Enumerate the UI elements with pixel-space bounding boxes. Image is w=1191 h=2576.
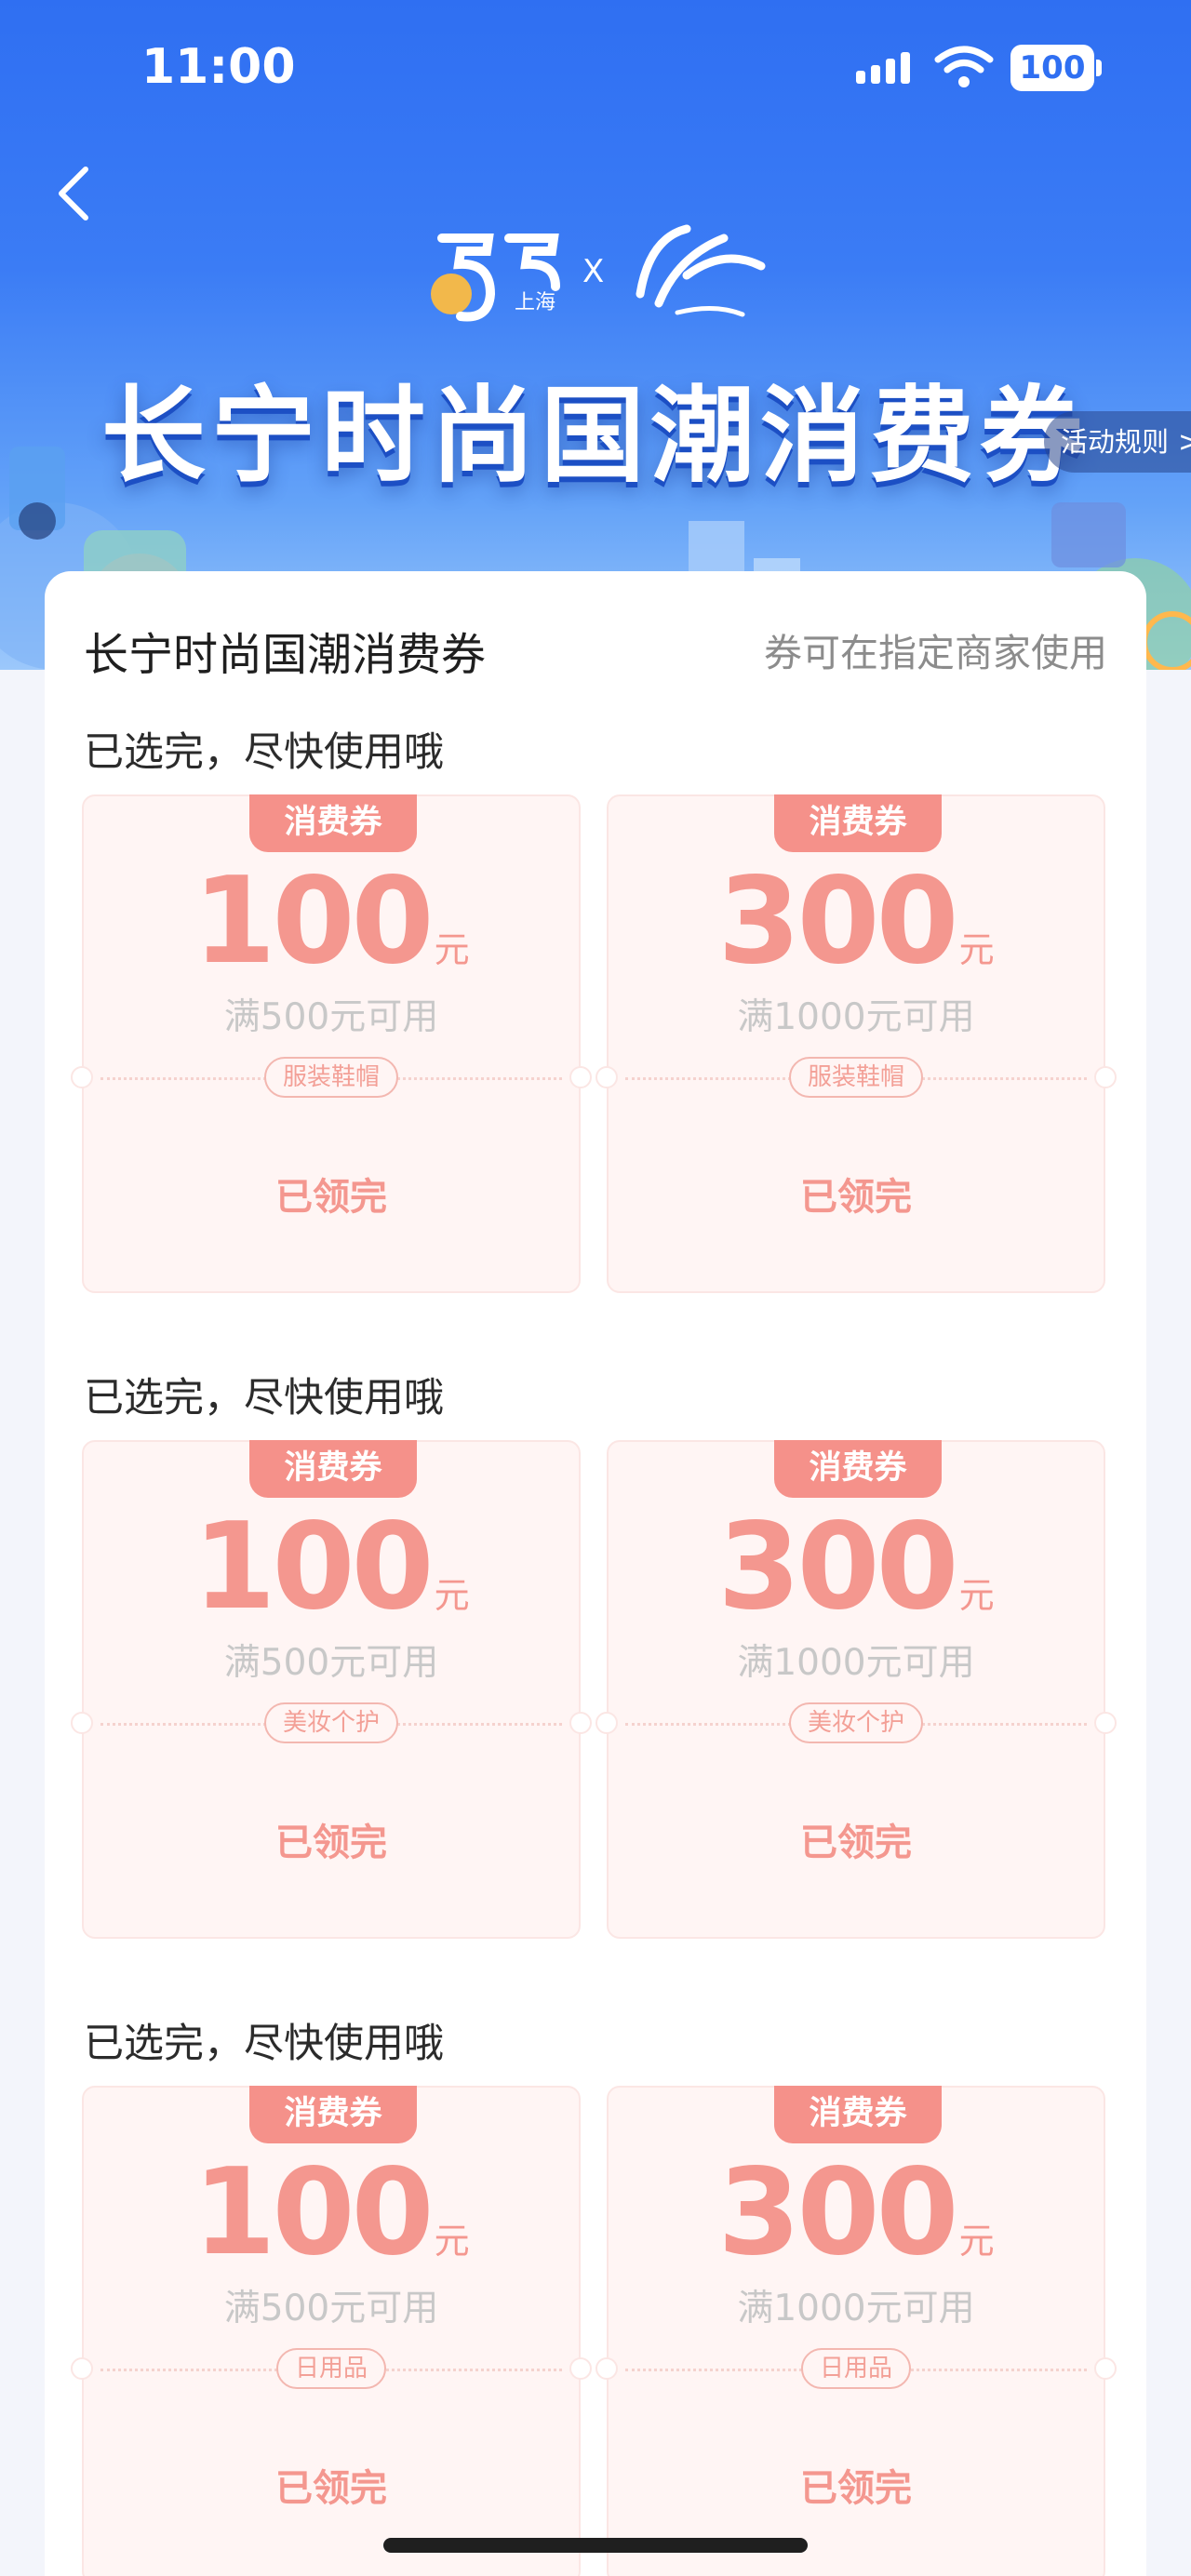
coupon-threshold: 满500元可用	[223, 2288, 439, 2329]
coupon-status: 已领完	[800, 1176, 912, 1219]
panel-title: 长宁时尚国潮消费券	[84, 629, 487, 681]
coupon-amount-value: 300	[717, 2143, 958, 2282]
home-indicator[interactable]	[383, 2538, 808, 2553]
activity-rules-label: 活动规则	[1061, 426, 1170, 458]
coupon-amount: 100 元	[84, 1498, 579, 1636]
coupon-amount-unit: 元	[434, 2221, 470, 2262]
coupon-amount-unit: 元	[434, 1575, 470, 1616]
status-time: 11:00	[141, 39, 296, 95]
coupon-amount-value: 300	[717, 1498, 958, 1636]
coupon-threshold: 满1000元可用	[737, 996, 975, 1038]
coupon-tag: 消费券	[774, 794, 942, 852]
coupon-category-badge: 服装鞋帽	[788, 1057, 924, 1098]
coupon-amount-value: 100	[193, 1498, 434, 1636]
coupon-threshold: 满500元可用	[223, 996, 439, 1038]
shanghai-55-shopping-logo: 上海	[431, 234, 560, 322]
coupon-amount-value: 100	[193, 852, 434, 991]
coupon-threshold: 满500元可用	[223, 1642, 439, 1684]
coupon-tag: 消费券	[249, 2086, 417, 2143]
battery-icon: 100	[1010, 45, 1104, 93]
coupon-category-badge: 日用品	[275, 2348, 387, 2389]
coupon-threshold: 满1000元可用	[737, 1642, 975, 1684]
coupon-status: 已领完	[275, 2467, 387, 2510]
coupon-tag: 消费券	[774, 1440, 942, 1498]
coupon-amount: 100 元	[84, 852, 579, 991]
coupon-category-badge: 日用品	[800, 2348, 912, 2389]
group-status-label: 已选完，尽快使用哦	[84, 1375, 444, 1421]
coupon-card[interactable]: 消费券 300 元 满1000元可用 日用品 已领完	[596, 2086, 1117, 2576]
coupon-card[interactable]: 消费券 300 元 满1000元可用 服装鞋帽 已领完	[596, 794, 1117, 1293]
coupon-tag: 消费券	[249, 1440, 417, 1498]
battery-level: 100	[1010, 45, 1094, 91]
changning-logo	[636, 224, 766, 317]
coupon-category-badge: 美妆个护	[788, 1702, 924, 1743]
coupon-group: 已选完，尽快使用哦 消费券 100 元 满500元可用 美妆个护 已领完 消费券 …	[45, 1366, 1146, 1980]
wifi-icon	[934, 46, 994, 87]
coupon-threshold: 满1000元可用	[737, 2288, 975, 2329]
panel-subtitle: 券可在指定商家使用	[764, 631, 1107, 675]
coupon-card[interactable]: 消费券 100 元 满500元可用 日用品 已领完	[71, 2086, 592, 2576]
cellular-signal-icon	[856, 52, 910, 84]
group-status-label: 已选完，尽快使用哦	[84, 2021, 444, 2067]
coupon-amount: 100 元	[84, 2143, 579, 2282]
logo-shanghai-text: 上海	[515, 291, 555, 314]
coupon-card[interactable]: 消费券 300 元 满1000元可用 美妆个护 已领完	[596, 1440, 1117, 1939]
coupon-amount-value: 300	[717, 852, 958, 991]
coupon-amount: 300 元	[609, 1498, 1104, 1636]
coupon-status: 已领完	[275, 1176, 387, 1219]
coupon-status: 已领完	[800, 1822, 912, 1864]
hero-banner: 11:00 100 上海 X 长宁时尚国潮消费券 活动规则 >	[0, 0, 1191, 670]
coupon-card[interactable]: 消费券 100 元 满500元可用 美妆个护 已领完	[71, 1440, 592, 1939]
logo-separator: X	[582, 253, 605, 290]
activity-rules-button[interactable]: 活动规则 >	[1044, 411, 1191, 473]
coupon-tag: 消费券	[774, 2086, 942, 2143]
coupon-tag: 消费券	[249, 794, 417, 852]
hero-title: 长宁时尚国潮消费券	[101, 376, 1090, 497]
coupon-amount-unit: 元	[958, 929, 995, 970]
coupon-status: 已领完	[275, 1822, 387, 1864]
coupon-amount-unit: 元	[958, 1575, 995, 1616]
coupon-amount-unit: 元	[958, 2221, 995, 2262]
status-bar: 11:00 100	[0, 0, 1191, 140]
coupon-amount-unit: 元	[434, 929, 470, 970]
group-status-label: 已选完，尽快使用哦	[84, 729, 444, 776]
coupon-category-badge: 美妆个护	[263, 1702, 399, 1743]
coupon-status: 已领完	[800, 2467, 912, 2510]
chevron-right-icon: >	[1178, 426, 1191, 459]
coupon-panel: 长宁时尚国潮消费券 券可在指定商家使用 已选完，尽快使用哦 消费券 100 元 满…	[45, 571, 1146, 2576]
coupon-group: 已选完，尽快使用哦 消费券 100 元 满500元可用 日用品 已领完 消费券 3…	[45, 2011, 1146, 2576]
coupon-amount: 300 元	[609, 2143, 1104, 2282]
coupon-category-badge: 服装鞋帽	[263, 1057, 399, 1098]
coupon-amount-value: 100	[193, 2143, 434, 2282]
coupon-amount: 300 元	[609, 852, 1104, 991]
coupon-card[interactable]: 消费券 100 元 满500元可用 服装鞋帽 已领完	[71, 794, 592, 1293]
coupon-group: 已选完，尽快使用哦 消费券 100 元 满500元可用 服装鞋帽 已领完 消费券 …	[45, 720, 1146, 1334]
back-chevron-icon[interactable]	[48, 156, 104, 231]
